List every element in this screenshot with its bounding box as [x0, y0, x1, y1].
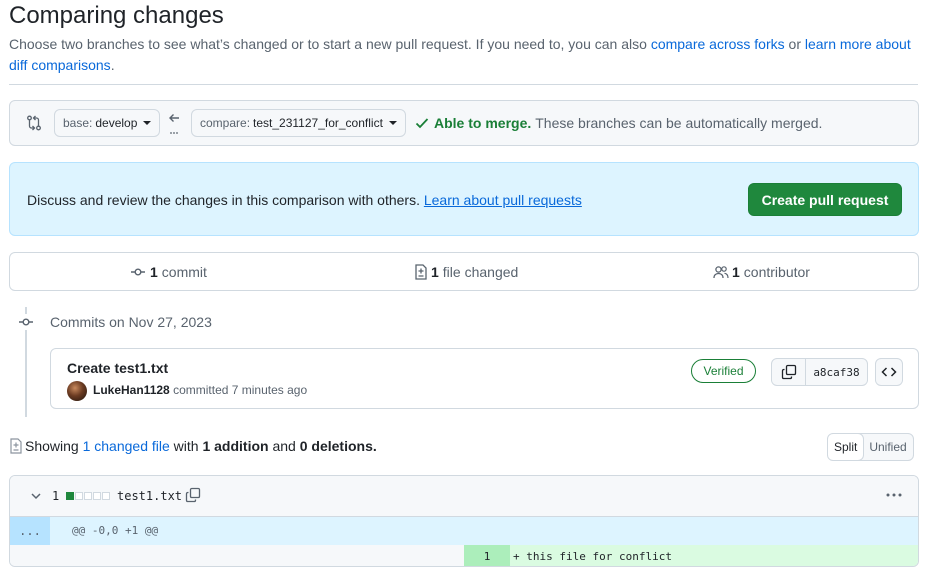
verified-badge[interactable]: Verified	[691, 359, 756, 383]
diffstat-block-neutral	[102, 492, 110, 500]
files-number: 1	[431, 264, 439, 280]
hunk-header-row: ... @@ -0,0 +1 @@	[10, 517, 918, 545]
diff-empty-left	[10, 545, 464, 566]
arrow-left-icon	[167, 111, 181, 135]
toc-additions: 1 addition	[202, 438, 269, 454]
copy-icon[interactable]	[185, 487, 201, 503]
file-diff: 1 test1.txt ... @@ -0,0 +1 @@ 1 + this f…	[9, 475, 919, 567]
commits-number: 1	[150, 264, 158, 280]
chevron-down-icon	[143, 121, 152, 125]
commit-sha-group: a8caf38	[771, 358, 868, 386]
commits-label: commit	[161, 264, 207, 280]
merge-status-text: These branches can be automatically merg…	[535, 115, 823, 131]
contributors-number: 1	[732, 264, 740, 280]
copy-icon	[781, 364, 797, 380]
chevron-down-icon[interactable]	[30, 490, 42, 502]
changed-files-link[interactable]: 1 changed file	[83, 438, 170, 454]
pull-request-blankslate: Discuss and review the changes in this c…	[9, 162, 919, 236]
blankslate-text: Discuss and review the changes in this c…	[27, 192, 582, 208]
subtitle-or: or	[788, 36, 801, 52]
compare-across-forks-link[interactable]: compare across forks	[651, 36, 785, 52]
compare-label: compare:	[200, 116, 251, 130]
learn-pull-requests-link[interactable]: Learn about pull requests	[424, 192, 582, 208]
page-subtitle: Choose two branches to see what’s change…	[9, 34, 914, 76]
diffstat-blocks	[66, 492, 110, 500]
avatar[interactable]	[67, 381, 87, 401]
kebab-horizontal-icon[interactable]	[885, 487, 903, 503]
commit-meta: LukeHan1128 committed 7 minutes ago	[93, 383, 307, 397]
diffstat-block-neutral	[93, 492, 101, 500]
diffstat-block-neutral	[75, 492, 83, 500]
toc-deletions: 0 deletions.	[299, 438, 377, 454]
commit-sha-link[interactable]: a8caf38	[806, 359, 867, 385]
base-label: base:	[63, 116, 93, 130]
files-label: file changed	[442, 264, 519, 280]
line-number[interactable]: 1	[464, 545, 510, 566]
toc-showing: Showing	[25, 438, 79, 454]
subtitle-end: .	[110, 57, 115, 73]
copy-sha-button[interactable]	[772, 359, 806, 385]
check-icon	[415, 116, 429, 130]
base-branch-select[interactable]: base: develop	[54, 109, 161, 137]
diffstat-block-added	[66, 492, 74, 500]
chevron-down-icon	[388, 121, 397, 125]
diffstat-block-neutral	[84, 492, 92, 500]
base-branch-name: develop	[95, 116, 138, 130]
toc-and: and	[272, 438, 296, 454]
file-name-link[interactable]: test1.txt	[117, 489, 182, 503]
contributors-count[interactable]: 1 contributor	[713, 264, 810, 280]
file-diff-icon	[9, 438, 23, 454]
commit-time: committed 7 minutes ago	[173, 383, 308, 397]
git-compare-icon	[26, 115, 42, 131]
diffstat-count: 1	[52, 489, 60, 503]
expand-hunk-button[interactable]: ...	[10, 517, 50, 545]
page-title: Comparing changes	[9, 2, 224, 29]
git-commit-icon	[18, 314, 34, 330]
commit-author-link[interactable]: LukeHan1128	[93, 383, 170, 397]
commits-date-heading: Commits on Nov 27, 2023	[50, 314, 212, 330]
subtitle-text: Choose two branches to see what’s change…	[9, 36, 647, 52]
diff-toc: Showing 1 changed file with 1 addition a…	[9, 438, 377, 454]
merge-status: Able to merge. These branches can be aut…	[415, 115, 822, 131]
merge-ok-text: Able to merge.	[434, 115, 532, 131]
diff-line: 1 + this file for conflict	[10, 545, 918, 566]
unified-view-button[interactable]: Unified	[863, 434, 912, 460]
commit-item: Create test1.txt LukeHan1128 committed 7…	[50, 348, 919, 409]
git-commit-icon	[130, 264, 146, 280]
browse-repository-button[interactable]	[875, 358, 903, 386]
people-icon	[713, 264, 729, 280]
line-code: + this file for conflict	[510, 545, 918, 566]
file-diff-icon	[414, 264, 428, 280]
hunk-header: @@ -0,0 +1 @@	[72, 524, 159, 537]
range-editor: base: develop compare: test_231127_for_c…	[9, 100, 919, 146]
commit-title-link[interactable]: Create test1.txt	[67, 360, 168, 376]
blankslate-message: Discuss and review the changes in this c…	[27, 192, 420, 208]
create-pull-request-button[interactable]: Create pull request	[748, 183, 902, 216]
compare-branch-name: test_231127_for_conflict	[253, 116, 383, 130]
commits-count[interactable]: 1 commit	[130, 264, 207, 280]
file-header: 1 test1.txt	[10, 476, 918, 517]
toc-with: with	[173, 438, 199, 454]
header-divider	[9, 84, 918, 85]
files-changed-count[interactable]: 1 file changed	[414, 264, 518, 280]
split-view-button[interactable]: Split	[827, 434, 865, 460]
compare-branch-select[interactable]: compare: test_231127_for_conflict	[191, 109, 406, 137]
contributors-label: contributor	[743, 264, 810, 280]
code-icon	[881, 364, 897, 380]
diff-view-toggle: Split Unified	[827, 433, 914, 461]
compare-summary: 1 commit 1 file changed 1 contributor	[9, 252, 919, 291]
